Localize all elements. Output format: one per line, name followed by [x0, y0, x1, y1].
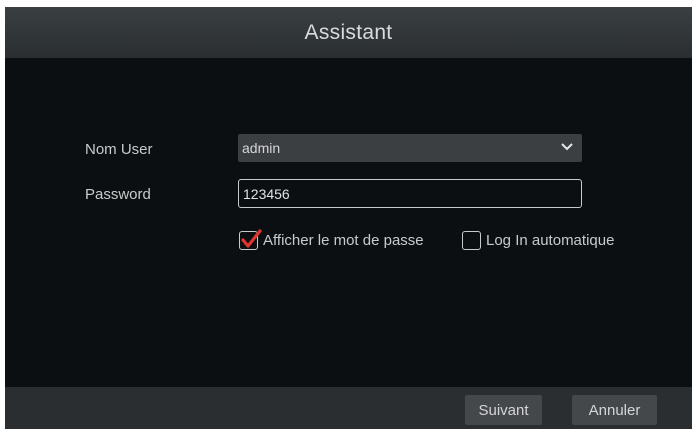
- title-bar: Assistant: [5, 7, 692, 58]
- show-password-option[interactable]: Afficher le mot de passe: [239, 228, 424, 252]
- checkmark-icon: [241, 228, 262, 248]
- chevron-down-icon: [561, 143, 573, 151]
- auto-login-label: Log In automatique: [486, 231, 615, 249]
- auto-login-option[interactable]: Log In automatique: [462, 228, 614, 252]
- password-label: Password: [85, 186, 151, 203]
- show-password-checkbox[interactable]: [239, 228, 262, 250]
- username-label: Nom User: [85, 141, 153, 158]
- dialog-title: Assistant: [304, 20, 393, 44]
- username-select[interactable]: admin: [238, 134, 582, 162]
- next-button[interactable]: Suivant: [465, 395, 542, 425]
- cancel-button[interactable]: Annuler: [572, 395, 657, 425]
- assistant-dialog: Assistant Nom User admin Password 123456…: [5, 7, 692, 429]
- show-password-label: Afficher le mot de passe: [263, 231, 424, 249]
- password-field[interactable]: 123456: [238, 179, 582, 208]
- username-value: admin: [242, 140, 281, 156]
- auto-login-checkbox[interactable]: [462, 230, 481, 250]
- footer-bar: Suivant Annuler: [5, 387, 692, 429]
